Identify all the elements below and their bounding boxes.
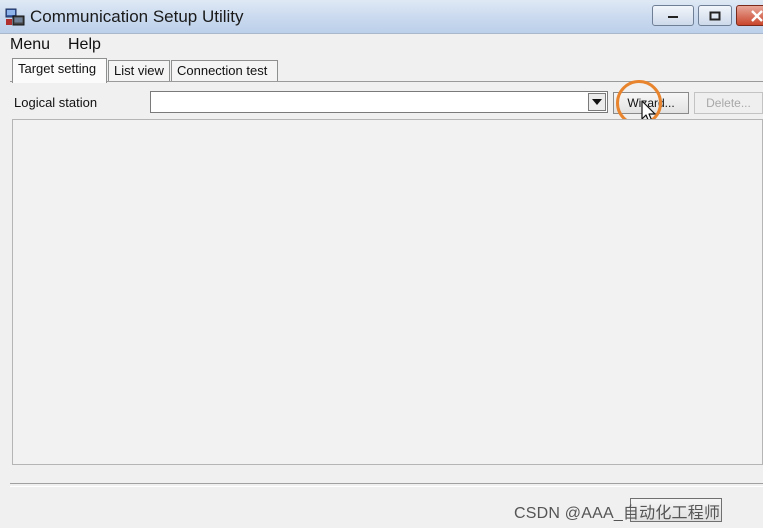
watermark-text: CSDN @AAA_自动化工程师 <box>514 505 721 522</box>
close-icon <box>751 9 763 22</box>
minimize-button[interactable] <box>652 5 694 26</box>
menu-bar: Menu Help <box>0 34 763 56</box>
combobox-dropdown-button[interactable] <box>588 93 606 111</box>
communication-setup-window: Communication Setup Utility Menu Help Ta… <box>0 0 763 528</box>
tab-list-view[interactable]: List view <box>108 60 170 82</box>
chevron-down-icon <box>592 99 602 105</box>
maximize-icon <box>709 11 721 20</box>
target-setting-panel <box>12 119 763 465</box>
window-title: Communication Setup Utility <box>30 7 244 26</box>
tab-connection-test[interactable]: Connection test <box>171 60 278 82</box>
logical-station-label: Logical station <box>14 95 98 110</box>
title-bar[interactable]: Communication Setup Utility <box>0 0 763 34</box>
bottom-separator <box>10 483 763 487</box>
app-icon <box>5 8 25 26</box>
menu-item-menu[interactable]: Menu <box>10 36 50 54</box>
tab-target-setting[interactable]: Target setting <box>12 58 107 83</box>
close-button[interactable] <box>736 5 763 26</box>
menu-item-help[interactable]: Help <box>68 36 101 54</box>
maximize-button[interactable] <box>698 5 732 26</box>
delete-button[interactable]: Delete... <box>694 92 763 114</box>
logical-station-combobox[interactable] <box>150 91 608 113</box>
minimize-icon <box>668 15 678 18</box>
